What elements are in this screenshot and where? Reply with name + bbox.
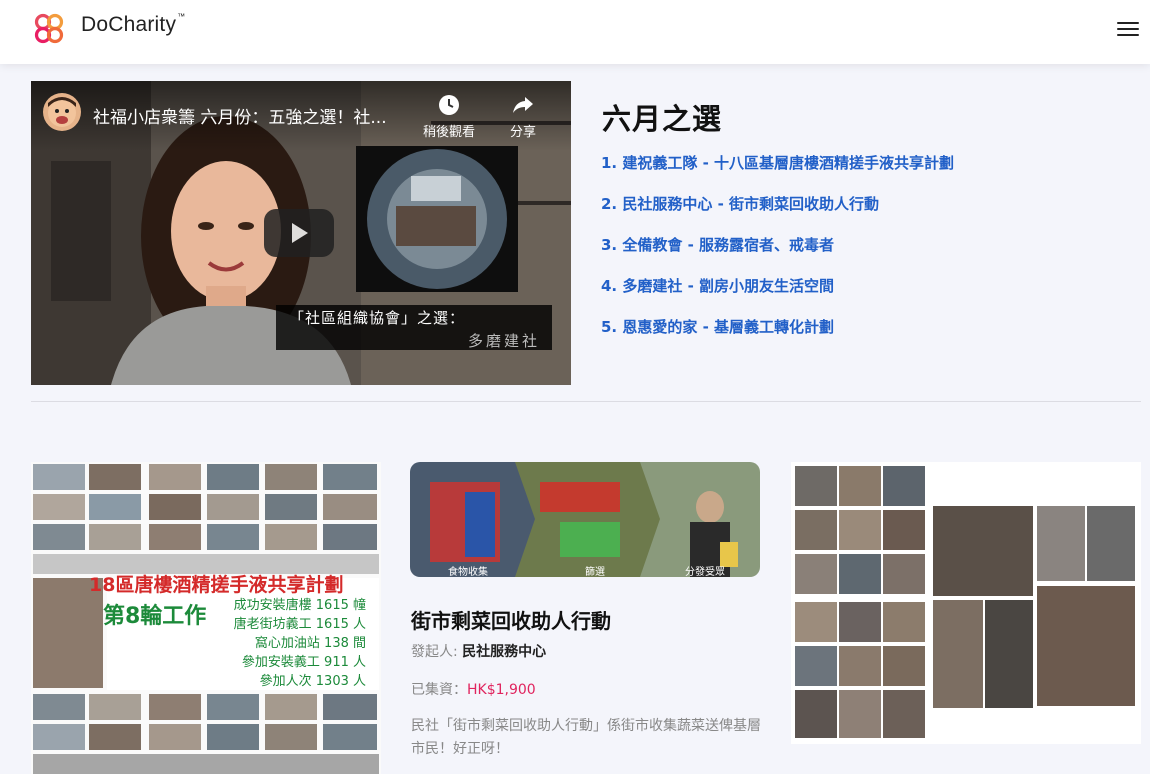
pick-item: 3. 全備教會 - 服務露宿者、戒毒者 xyxy=(601,234,954,275)
stat-line: 窩心加油站 138 間 xyxy=(254,636,366,651)
market-banner xyxy=(410,462,760,577)
banner-label-2: 篩選 xyxy=(585,567,605,577)
watch-later-label: 稍後觀看 xyxy=(423,125,476,140)
pick-link-4[interactable]: 4. 多磨建社 - 劏房小朋友生活空間 xyxy=(601,277,834,295)
collage-stats: 成功安裝唐樓 1615 幢 唐老街坊義工 1615 人 窩心加油站 138 間 … xyxy=(206,596,366,691)
top-navbar: DoCharity™ xyxy=(0,0,1150,64)
share-label: 分享 xyxy=(510,125,537,140)
docharity-logo-icon[interactable] xyxy=(30,10,68,48)
stat-line: 參加安裝義工 911 人 xyxy=(241,655,366,670)
trademark: ™ xyxy=(177,12,186,21)
collage-photos-2 xyxy=(791,462,1141,744)
raised-amount: HK$1,900 xyxy=(467,682,536,698)
project-description: 民社「街市剩菜回收助人行動」係街市收集蔬菜送俾基層市民！好正呀！ xyxy=(411,718,761,757)
organizer-name[interactable]: 民社服務中心 xyxy=(462,644,546,660)
video-caption-line2: 多磨建社 xyxy=(468,332,541,350)
hamburger-menu-icon[interactable] xyxy=(1117,18,1139,40)
clock-icon xyxy=(439,95,459,115)
brand-text: DoCharity xyxy=(81,13,177,36)
collage-round: 第8輪工作 xyxy=(103,604,207,629)
play-button[interactable] xyxy=(264,209,334,257)
brand-name[interactable]: DoCharity™ xyxy=(81,12,186,37)
youtube-video-player[interactable]: 社福小店衆籌 六月份：五強之選！社... 稍後觀看 分享 「社區組織協會」之選：… xyxy=(31,81,571,385)
pick-link-3[interactable]: 3. 全備教會 - 服務露宿者、戒毒者 xyxy=(601,236,834,254)
share-button[interactable]: 分享 xyxy=(510,93,536,140)
raised-label: 已集資： xyxy=(411,682,467,698)
picks-heading: 六月之選 xyxy=(602,102,723,136)
stat-line: 唐老街坊義工 1615 人 xyxy=(233,617,366,632)
pick-item: 2. 民社服務中心 - 街市剩菜回收助人行動 xyxy=(601,193,954,234)
watch-later-button[interactable]: 稍後觀看 xyxy=(423,93,475,140)
project-card-2-image[interactable]: 食物收集 篩選 分發受眾 xyxy=(410,462,760,577)
pick-link-5[interactable]: 5. 恩惠愛的家 - 基層義工轉化計劃 xyxy=(601,318,834,336)
channel-avatar[interactable] xyxy=(43,93,81,131)
share-arrow-icon xyxy=(513,97,533,113)
banner-label-1: 食物收集 xyxy=(448,567,488,577)
pick-item: 5. 恩惠愛的家 - 基層義工轉化計劃 xyxy=(601,316,954,357)
pick-link-2[interactable]: 2. 民社服務中心 - 街市剩菜回收助人行動 xyxy=(601,195,879,213)
stat-line: 成功安裝唐樓 1615 幢 xyxy=(233,598,366,613)
pick-item: 1. 建祝義工隊 - 十八區基層唐樓酒精搓手液共享計劃 xyxy=(601,152,954,193)
stat-line: 參加人次 1303 人 xyxy=(259,674,366,689)
project-card-3-image[interactable] xyxy=(791,462,1141,744)
organizer-row: 發起人: 民社服務中心 xyxy=(411,641,546,661)
banner-label-3: 分發受眾 xyxy=(685,567,725,577)
project-title[interactable]: 街市剩菜回收助人行動 xyxy=(411,605,611,634)
collage-title: 18區唐樓酒精搓手液共享計劃 xyxy=(89,574,344,596)
pick-item: 4. 多磨建社 - 劏房小朋友生活空間 xyxy=(601,275,954,316)
video-caption-line1: 「社區組織協會」之選： xyxy=(289,309,466,327)
video-title[interactable]: 社福小店衆籌 六月份：五強之選！社... xyxy=(93,103,387,128)
organizer-label: 發起人: xyxy=(411,644,463,660)
raised-row: 已集資：HK$1,900 xyxy=(411,679,536,699)
section-divider xyxy=(31,401,1141,402)
project-card-1-image[interactable]: 18區唐樓酒精搓手液共享計劃 第8輪工作 成功安裝唐樓 1615 幢 唐老街坊義… xyxy=(31,462,381,774)
pick-link-1[interactable]: 1. 建祝義工隊 - 十八區基層唐樓酒精搓手液共享計劃 xyxy=(601,154,954,172)
video-inset-image xyxy=(356,146,518,292)
picks-list: 1. 建祝義工隊 - 十八區基層唐樓酒精搓手液共享計劃 2. 民社服務中心 - … xyxy=(601,152,954,357)
